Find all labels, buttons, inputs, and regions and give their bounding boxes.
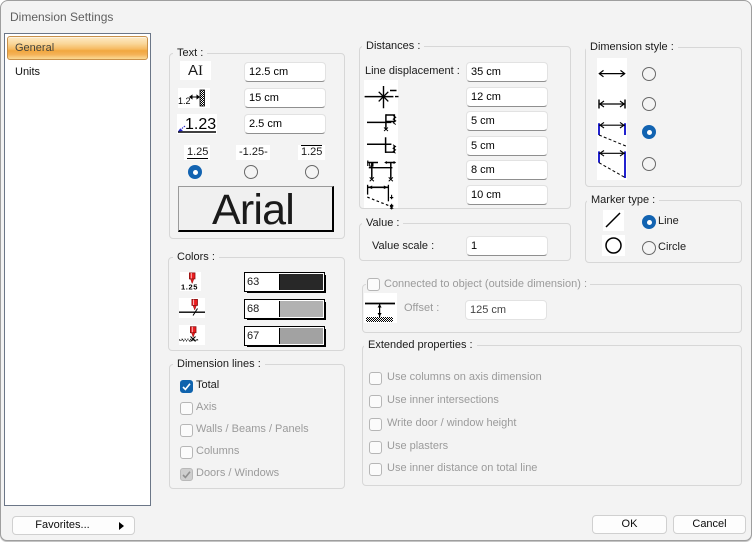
svg-text:1.25: 1.25 — [181, 283, 198, 292]
svg-text:1.23: 1.23 — [185, 116, 216, 133]
svg-text:1.2: 1.2 — [178, 96, 191, 106]
